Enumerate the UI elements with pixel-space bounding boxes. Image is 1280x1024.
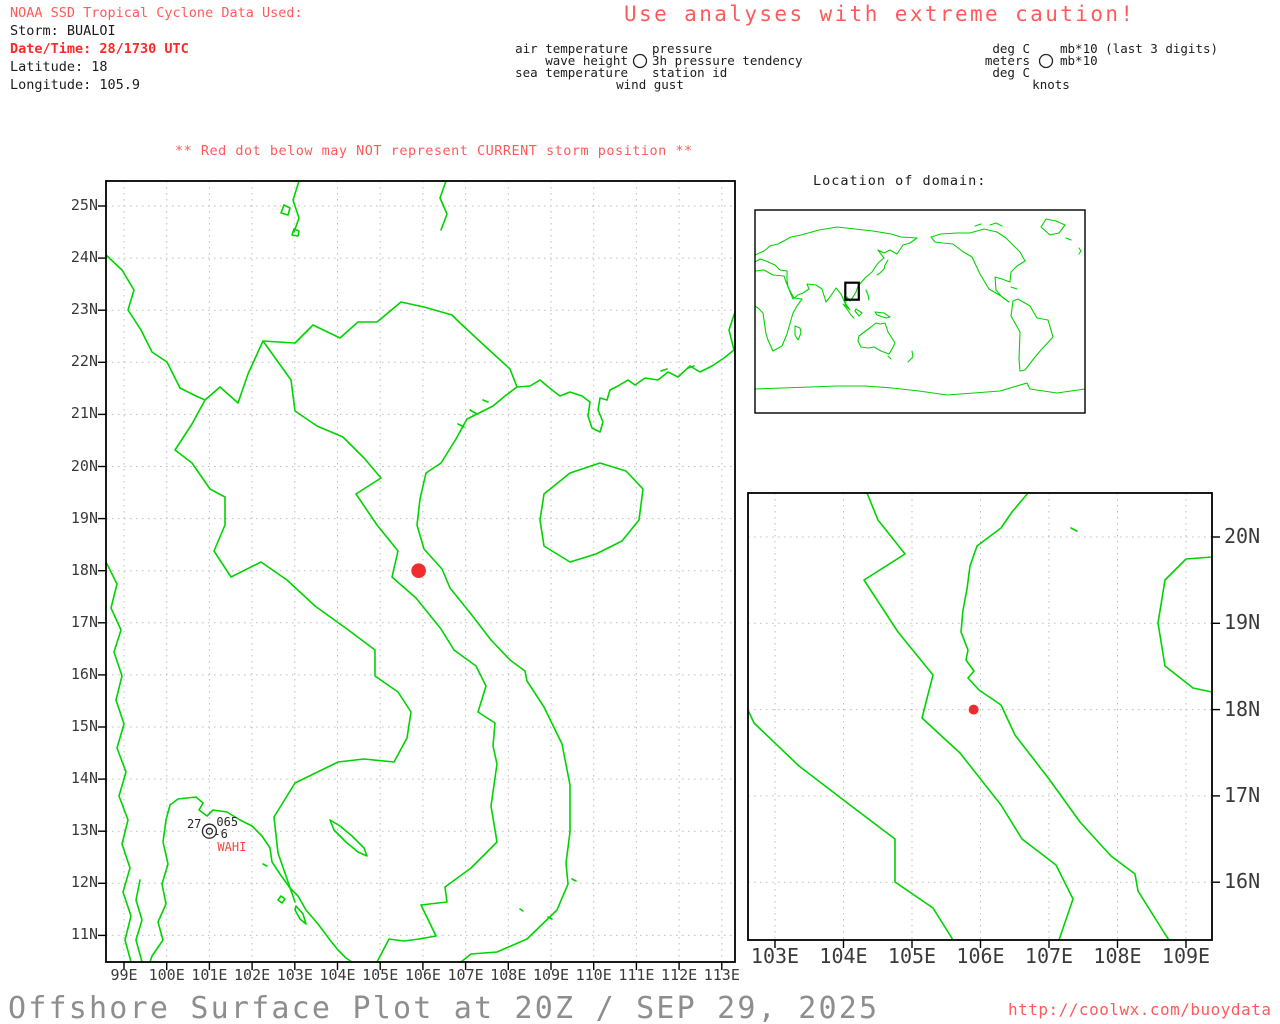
main-map-lon-label: 105E [362,966,399,984]
zoom-map-lon-label: 105E [887,944,937,968]
offshore-surface-plot-page: NOAA SSD Tropical Cyclone Data Used: Sto… [0,0,1280,1024]
station-model-circle-icon [632,53,648,69]
main-map-lat-label: 18N [70,560,98,579]
noaa-data-source-line: NOAA SSD Tropical Cyclone Data Used: [10,5,303,21]
main-map-lat-label: 19N [70,508,98,527]
main-map-lat-label: 23N [70,300,98,319]
zoom-map-lat-label: 16N [1224,869,1261,894]
zoom-map-lat-label: 18N [1224,696,1261,721]
main-map-lat-label: 16N [70,664,98,683]
zoom-map-lon-label: 106E [956,944,1005,968]
main-map-lat-label: 11N [70,925,98,944]
main-map-lon-label: 107E [447,966,484,984]
main-map-lat-label: 14N [70,769,98,788]
storm-position-dot [411,563,426,578]
zoom-map-lon-label: 107E [1024,944,1074,968]
storm-position-warning: ** Red dot below may NOT represent CURRE… [175,143,693,159]
main-map-lon-label: 109E [532,966,570,984]
main-map-lat-label: 17N [70,612,98,631]
storm-position-dot-zoom [968,704,979,715]
station-tendency-value: -6 [213,827,228,842]
zoom-map-lon-label: 103E [750,944,800,968]
main-map-lat-label: 21N [70,404,98,423]
main-map-lat-label: 24N [70,248,98,267]
main-map-lon-label: 113E [703,966,740,984]
main-map-lat-label: 25N [70,196,98,214]
main-map-lon-label: 111E [618,966,655,984]
storm-datetime-line: Date/Time: 28/1730 UTC [10,41,189,57]
main-map-lon-label: 112E [661,966,698,984]
main-map-lat-label: 15N [70,717,98,735]
storm-longitude-line: Longitude: 105.9 [10,77,141,93]
main-map-lat-label: 22N [70,352,98,371]
plot-title: Offshore Surface Plot at 20Z / SEP 29, 2… [8,991,880,1024]
world-inset-frame [754,209,1086,414]
main-map-lon-label: 110E [575,966,612,984]
zoom-map-lon-label: 109E [1161,944,1211,968]
main-map-lon-label: 100E [148,966,185,984]
zoom-map-lon-label: 104E [819,944,868,968]
station-air-temp-value: 27 [186,817,202,832]
storm-name-line: Storm: BUALOI [10,23,116,39]
legend-unit-knots: knots [1032,77,1070,92]
zoom-map-lat-label: 20N [1224,524,1261,548]
station-id-value: WAHI [217,840,247,855]
zoom-map-gridlines [748,493,1212,940]
main-map-lat-label: 12N [70,873,98,892]
units-model-circle-icon [1038,53,1054,69]
main-map-lon-label: 101E [191,966,228,984]
zoom-map-lon-label: 108E [1093,944,1142,968]
main-map-lat-label: 13N [70,821,98,840]
legend-station-id: station id [652,65,728,80]
world-inset-coastlines [754,218,1086,396]
main-map-lon-label: 104E [319,966,356,984]
inset-map-title: Location of domain: [813,173,987,189]
main-map-lon-label: 108E [490,966,527,984]
main-map-lon-label: 106E [404,966,441,984]
storm-latitude-line: Latitude: 18 [10,59,108,75]
caution-title: Use analyses with extreme caution! [624,2,1136,26]
source-url-link[interactable]: http://coolwx.com/buoydata [1008,1001,1271,1019]
zoom-map-ticks [774,536,1220,948]
main-map-lat-label: 20N [70,456,98,475]
main-map-lon-label: 102E [234,966,271,984]
main-map-lon-label: 103E [276,966,313,984]
zoom-map-lat-label: 19N [1224,610,1261,635]
legend-unit-mb: mb*10 [1060,53,1098,68]
zoom-map-markers [968,704,979,715]
main-map-ticks [98,205,723,970]
zoom-map-lat-label: 17N [1224,782,1261,807]
main-map-lon-label: 99E [110,966,138,984]
